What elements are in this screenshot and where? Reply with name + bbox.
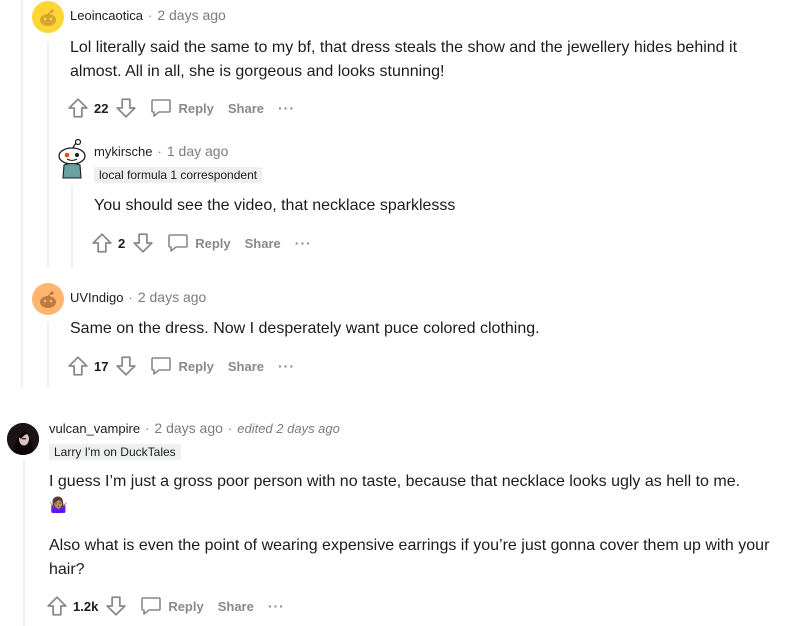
reply-label: Reply [195, 235, 231, 251]
downvote-icon[interactable] [104, 594, 128, 618]
user-flair: Larry I'm on DuckTales [49, 444, 181, 460]
reply-label: Reply [168, 598, 204, 614]
user-photo-icon [7, 423, 39, 455]
upvote-icon[interactable] [66, 96, 90, 120]
username[interactable]: vulcan_vampire [49, 421, 140, 436]
avatar[interactable] [7, 423, 39, 455]
vote-score: 2 [118, 235, 126, 251]
comment-icon [141, 597, 162, 615]
edited-timestamp: edited 2 days ago [237, 420, 340, 436]
separator-dot: · [148, 7, 153, 23]
username[interactable]: mykirsche [94, 144, 153, 159]
reply-button[interactable]: Reply [140, 596, 204, 616]
user-flair: local formula 1 correspondent [94, 167, 263, 183]
upvote-icon[interactable] [90, 231, 114, 255]
more-options-button[interactable]: ··· [295, 235, 312, 251]
timestamp[interactable]: 2 days ago [157, 7, 226, 23]
downvote-icon[interactable] [114, 354, 138, 378]
share-button[interactable]: Share [245, 236, 281, 251]
separator-dot: · [157, 143, 162, 159]
snoo-avatar-icon [58, 138, 86, 179]
comment-body: You should see the video, that necklace … [94, 197, 456, 214]
thread-line[interactable] [21, 0, 23, 388]
vote-score: 17 [94, 358, 109, 374]
separator-dot: · [128, 289, 133, 305]
thread-line[interactable] [71, 186, 73, 268]
thread-line[interactable] [47, 42, 49, 267]
reply-button[interactable]: Reply [150, 98, 214, 118]
username[interactable]: Leoincaotica [70, 8, 143, 23]
comment-icon [151, 357, 172, 375]
avatar[interactable] [32, 1, 64, 33]
comment-body-paragraph: Also what is even the point of wearing e… [49, 537, 770, 578]
reply-label: Reply [178, 100, 214, 116]
comment-body: Same on the dress. Now I desperately wan… [70, 320, 540, 337]
share-button[interactable]: Share [218, 599, 254, 614]
snoo-avatar-icon [40, 291, 56, 308]
upvote-icon[interactable] [66, 354, 90, 378]
vote-score: 22 [94, 100, 109, 116]
comment-icon [168, 234, 189, 252]
downvote-icon[interactable] [131, 231, 155, 255]
thread-line[interactable] [23, 460, 25, 626]
more-options-button[interactable]: ··· [278, 100, 295, 116]
separator-dot: · [227, 420, 233, 436]
reply-button[interactable]: Reply [167, 233, 231, 253]
reply-label: Reply [178, 358, 214, 374]
snoo-avatar-icon [40, 9, 56, 26]
comment-body: Lol literally said the same to my bf, th… [70, 39, 738, 80]
username[interactable]: UVIndigo [70, 290, 123, 305]
upvote-icon[interactable] [45, 594, 69, 618]
share-button[interactable]: Share [228, 101, 264, 116]
more-options-button[interactable]: ··· [268, 598, 285, 614]
timestamp[interactable]: 2 days ago [154, 420, 223, 436]
thread-line[interactable] [47, 322, 49, 387]
timestamp[interactable]: 1 day ago [167, 143, 229, 159]
vote-score: 1.2k [73, 598, 99, 614]
avatar[interactable] [32, 283, 64, 315]
downvote-icon[interactable] [114, 96, 138, 120]
more-options-button[interactable]: ··· [278, 358, 295, 374]
timestamp[interactable]: 2 days ago [138, 289, 207, 305]
share-button[interactable]: Share [228, 359, 264, 374]
comment-body-paragraph: I guess I’m just a gross poor person wit… [49, 473, 741, 490]
avatar[interactable] [54, 138, 90, 180]
separator-dot: · [145, 420, 150, 436]
shrug-emoji: 🤷🏽‍♀️ [49, 497, 68, 514]
comment-icon [151, 99, 172, 117]
reply-button[interactable]: Reply [150, 356, 214, 376]
